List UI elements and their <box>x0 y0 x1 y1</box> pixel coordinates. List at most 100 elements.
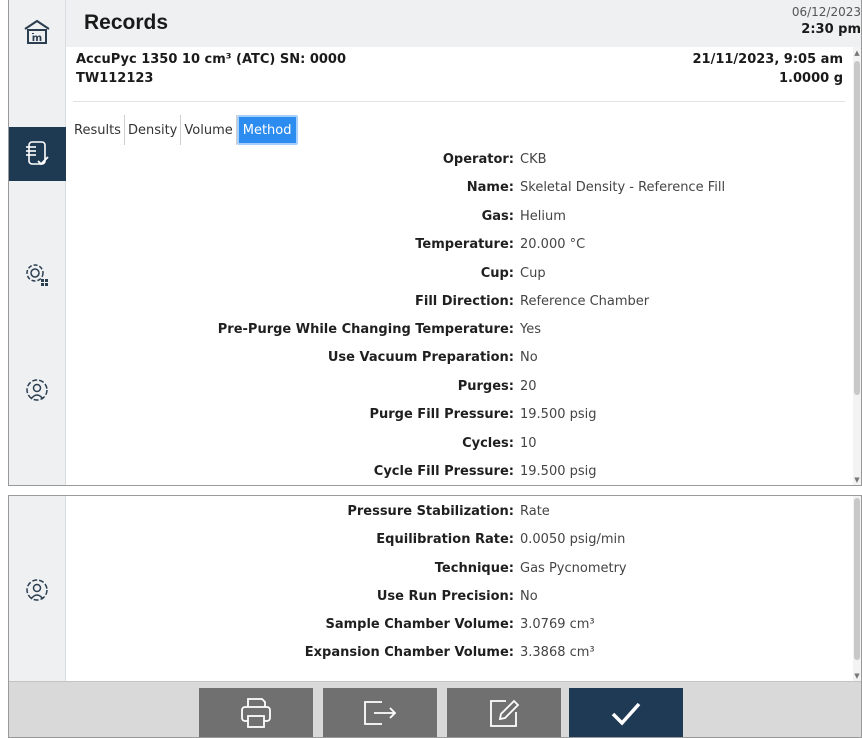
field-label: Cup: <box>480 265 514 281</box>
scroll-up-icon[interactable]: ▲ <box>853 49 861 57</box>
user-settings-button[interactable] <box>9 572 65 612</box>
field-operator: Operator: CKB <box>66 145 851 173</box>
field-cycle-fill-pressure: Cycle Fill Pressure: 19.500 psig <box>66 457 851 485</box>
user-settings-icon <box>26 579 48 601</box>
field-fill-direction: Fill Direction: Reference Chamber <box>66 287 851 315</box>
system-settings-icon <box>26 264 48 286</box>
records-panel-continued: Pressure Stabilization: Rate Equilibrati… <box>8 495 862 738</box>
tab-density[interactable]: Density <box>125 115 182 145</box>
field-value: Skeletal Density - Reference Fill <box>520 179 726 195</box>
field-run-precision: Use Run Precision: No <box>66 582 851 610</box>
field-label: Pressure Stabilization: <box>347 503 514 519</box>
scroll-down-icon[interactable]: ▼ <box>853 672 861 680</box>
system-settings-button[interactable] <box>9 255 65 295</box>
field-label: Use Run Precision: <box>376 588 514 604</box>
field-label: Use Vacuum Preparation: <box>327 349 514 365</box>
field-value: Rate <box>520 503 550 519</box>
field-value: 0.0050 psig/min <box>520 531 626 547</box>
tab-method[interactable]: Method <box>236 115 298 145</box>
print-button[interactable] <box>199 688 313 737</box>
field-value: 20 <box>520 378 537 394</box>
field-value: 3.0769 cm³ <box>520 616 595 632</box>
print-icon <box>241 698 271 728</box>
scroll-thumb[interactable] <box>854 498 860 660</box>
field-value: 20.000 °C <box>520 236 586 252</box>
field-pre-purge: Pre-Purge While Changing Temperature: Ye… <box>66 315 851 343</box>
field-label: Operator: <box>442 151 514 167</box>
sidebar: m <box>9 0 66 485</box>
scroll-down-icon[interactable]: ▼ <box>853 476 861 484</box>
scroll-thumb[interactable] <box>854 61 860 395</box>
field-sample-chamber-volume: Sample Chamber Volume: 3.0769 cm³ <box>66 610 851 638</box>
nav-records-active[interactable] <box>9 127 66 181</box>
field-value: Gas Pycnometry <box>520 560 627 576</box>
field-label: Equilibration Rate: <box>376 531 514 547</box>
home-icon: m <box>24 19 50 44</box>
header-date: 06/12/2023 <box>791 5 861 19</box>
export-icon <box>364 701 397 725</box>
field-label: Cycle Fill Pressure: <box>373 463 514 479</box>
records-nav-button[interactable] <box>9 127 65 181</box>
field-label: Temperature: <box>415 236 514 252</box>
field-label: Gas: <box>481 208 514 224</box>
field-purges: Purges: 20 <box>66 372 851 400</box>
field-label: Fill Direction: <box>414 293 514 309</box>
user-settings-button[interactable] <box>9 372 65 412</box>
edit-button[interactable] <box>447 688 561 737</box>
field-pressure-stabilization: Pressure Stabilization: Rate <box>66 497 851 525</box>
svg-text:m: m <box>32 33 42 44</box>
field-name: Name: Skeletal Density - Reference Fill <box>66 173 851 201</box>
field-value: Reference Chamber <box>520 293 650 309</box>
field-value: Cup <box>520 265 546 281</box>
field-cup: Cup: Cup <box>66 259 851 287</box>
action-toolbar <box>9 681 861 737</box>
instrument-name: AccuPyc 1350 10 cm³ (ATC) SN: 0000 <box>76 52 347 67</box>
tab-volume[interactable]: Volume <box>181 115 237 145</box>
field-purge-fill-pressure: Purge Fill Pressure: 19.500 psig <box>66 400 851 428</box>
sample-id: TW112123 <box>76 71 154 86</box>
scrollbar[interactable]: ▲ ▼ <box>853 47 861 485</box>
field-label: Expansion Chamber Volume: <box>304 644 514 660</box>
divider <box>73 101 845 102</box>
field-label: Purge Fill Pressure: <box>369 406 514 422</box>
field-value: 3.3868 cm³ <box>520 644 595 660</box>
field-technique: Technique: Gas Pycnometry <box>66 554 851 582</box>
field-gas: Gas: Helium <box>66 202 851 230</box>
user-settings-icon <box>26 379 48 401</box>
export-button[interactable] <box>323 688 437 737</box>
field-value: 19.500 psig <box>520 406 597 422</box>
edit-icon <box>490 699 520 727</box>
field-value: No <box>520 349 538 365</box>
field-value: 19.500 psig <box>520 463 597 479</box>
records-icon <box>26 141 49 166</box>
field-expansion-chamber-volume: Expansion Chamber Volume: 3.3868 cm³ <box>66 638 851 666</box>
field-value: 10 <box>520 435 537 451</box>
sidebar <box>9 496 66 682</box>
confirm-icon <box>611 702 641 726</box>
field-label: Cycles: <box>462 435 514 451</box>
records-panel: m Records 06/12/2023 2:30 pm AccuPyc 135… <box>8 0 862 486</box>
field-vacuum-prep: Use Vacuum Preparation: No <box>66 343 851 371</box>
sample-mass: 1.0000 g <box>779 71 843 86</box>
field-cycles: Cycles: 10 <box>66 429 851 457</box>
field-label: Sample Chamber Volume: <box>325 616 514 632</box>
field-value: Helium <box>520 208 566 224</box>
record-tabs: Results Density Volume Method <box>71 115 298 145</box>
header-bar: Records 06/12/2023 2:30 pm <box>66 0 861 47</box>
record-timestamp: 21/11/2023, 9:05 am <box>692 52 843 67</box>
field-value: CKB <box>520 151 547 167</box>
home-button[interactable]: m <box>9 12 65 52</box>
field-equilibration-rate: Equilibration Rate: 0.0050 psig/min <box>66 525 851 553</box>
scrollbar[interactable]: ▼ <box>853 496 861 682</box>
page-title: Records <box>84 11 169 34</box>
field-label: Technique: <box>434 560 514 576</box>
field-label: Pre-Purge While Changing Temperature: <box>217 321 514 337</box>
field-temperature: Temperature: 20.000 °C <box>66 230 851 258</box>
field-label: Purges: <box>457 378 514 394</box>
confirm-button[interactable] <box>569 688 683 737</box>
field-label: Name: <box>466 179 514 195</box>
header-time: 2:30 pm <box>801 22 861 37</box>
field-value: Yes <box>520 321 541 337</box>
field-value: No <box>520 588 538 604</box>
tab-results[interactable]: Results <box>71 115 125 145</box>
